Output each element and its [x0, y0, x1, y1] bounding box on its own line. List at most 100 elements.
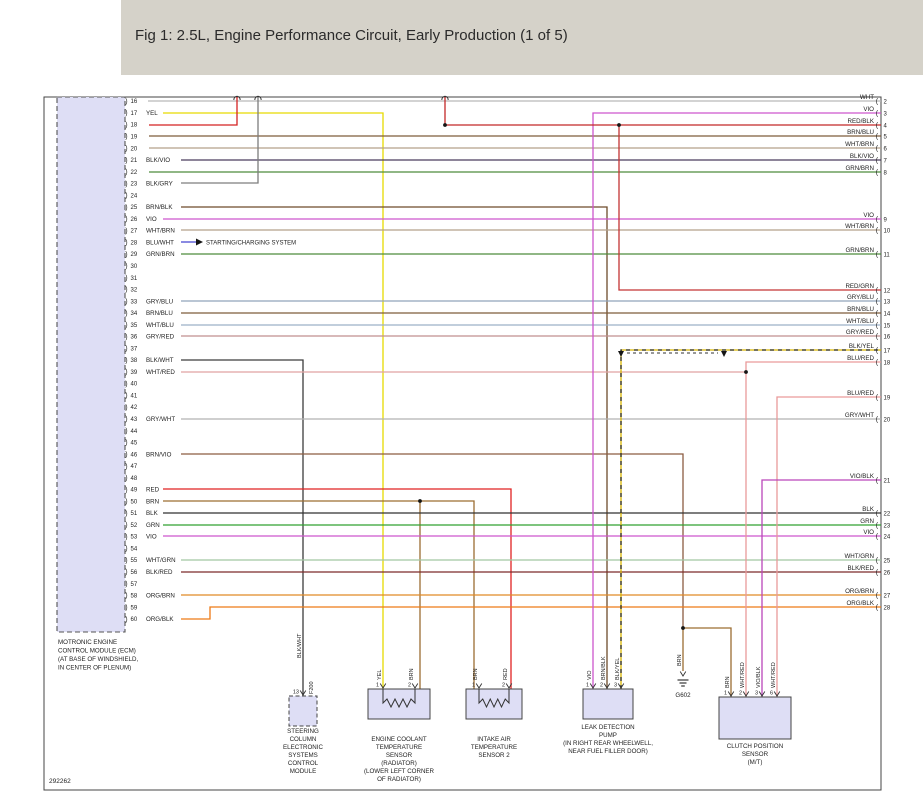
right-pin-number: 28: [884, 605, 891, 611]
right-pin-number: 24: [884, 534, 891, 540]
ecm-pin-number: 57: [131, 582, 138, 588]
ecm-caption-line: MOTRONIC ENGINE: [58, 639, 117, 646]
wire-label: GRY/BLU: [847, 294, 874, 301]
wire-label: BRN: [146, 498, 159, 505]
ecm-pin-number: 43: [131, 417, 138, 423]
ecm-pin-number: 21: [131, 158, 138, 164]
ecm-pin-number: 41: [131, 393, 138, 399]
right-pin-number: 22: [884, 511, 891, 517]
wire-blured-r19-clutch6: [777, 397, 881, 697]
wire-brnvio-46-gnd: [181, 454, 683, 628]
pin-number: 3: [755, 691, 758, 697]
wire-label: BRN/BLK: [146, 204, 173, 211]
ecm-pin-bracket: ): [125, 346, 127, 353]
right-pin-bracket: (: [876, 216, 879, 223]
ecm-pin-number: 18: [131, 123, 138, 129]
right-pin-number: 14: [884, 311, 891, 317]
right-pin-bracket: (: [876, 157, 879, 164]
wire-label: RED/BLK: [848, 118, 875, 125]
pin-wire-label: BRN: [725, 676, 731, 688]
wire-label: GRN/BRN: [845, 165, 874, 172]
right-pin-bracket: (: [876, 604, 879, 611]
pin-wire-label: YEL: [377, 670, 383, 680]
ecm-pin-bracket: ): [125, 428, 127, 435]
pin-wire-label: BRN: [473, 668, 479, 680]
ecm-pin-bracket: ): [125, 181, 127, 188]
right-pin-number: 18: [884, 360, 891, 366]
wire-label: GRY/BLU: [146, 298, 173, 305]
wire-label: VIO: [146, 216, 157, 223]
clutch-position-sensor-caption-line: (M/T): [748, 759, 763, 766]
wire-red-49-iat2: [163, 489, 511, 689]
ground-bracket: [680, 672, 686, 677]
wire-label: WHT: [860, 94, 874, 101]
wire-label: VIO/BLK: [850, 473, 875, 480]
intake-air-temp-sensor-2-caption-line: SENSOR 2: [478, 752, 510, 759]
ecm-pin-number: 44: [131, 429, 138, 435]
ecm-pin-number: 45: [131, 441, 138, 447]
right-pin-bracket: (: [876, 510, 879, 517]
ecm-pin-number: 26: [131, 217, 138, 223]
ecm-pin-bracket: ): [125, 322, 127, 329]
ecm-pin-number: 36: [131, 335, 138, 341]
wire-label: BRN/BLU: [847, 129, 874, 136]
ecm-pin-bracket: ): [125, 204, 127, 211]
right-pin-number: 16: [884, 334, 891, 340]
wire-yel-17-ect1: [163, 113, 383, 689]
wire-label: ORG/BLK: [846, 600, 874, 607]
wire-label: ORG/BRN: [845, 588, 874, 595]
ground-label: G602: [675, 692, 691, 699]
junction-dot: [443, 123, 447, 127]
ecm-pin-number: 32: [131, 288, 138, 294]
ecm-caption-line: IN CENTER OF PLENUM): [58, 665, 131, 672]
steering-column-module-caption-line: ELECTRONIC: [283, 744, 323, 751]
pin-wire-label: WHT/RED: [771, 662, 777, 688]
right-pin-number: 19: [884, 395, 891, 401]
right-pin-bracket: (: [876, 251, 879, 258]
ecm-pin-number: 40: [131, 382, 138, 388]
pin-extra-label: F200: [309, 681, 315, 694]
ecm-pin-number: 42: [131, 405, 138, 411]
right-pin-bracket: (: [876, 522, 879, 529]
ecm-pin-number: 38: [131, 358, 138, 364]
wire-label: ORG/BLK: [146, 616, 174, 623]
ecm-pin-bracket: ): [125, 369, 127, 376]
ecm-pin-number: 31: [131, 276, 138, 282]
ecm-pin-bracket: ): [125, 522, 127, 529]
pin-wire-label: RED: [503, 668, 509, 680]
right-pin-bracket: (: [876, 477, 879, 484]
wire-label: WHT/BLU: [846, 318, 874, 325]
pin-wire-label: VIO/BLK: [756, 666, 762, 688]
wire-blkgry-23-top: [181, 97, 258, 183]
ecm-pin-number: 39: [131, 370, 138, 376]
intake-air-temp-sensor-2-caption-line: TEMPERATURE: [471, 744, 517, 751]
right-pin-bracket: (: [876, 287, 879, 294]
ecm-pin-number: 24: [131, 193, 138, 199]
ecm-pin-bracket: ): [125, 404, 127, 411]
ecm-box: [57, 97, 125, 632]
pin-number: 2: [600, 683, 603, 689]
wire-blkwht-38-steer: [181, 360, 303, 696]
wire-orgblk-60-r28: [181, 607, 881, 619]
right-pin-bracket: (: [876, 416, 879, 423]
ecm-pin-bracket: ): [125, 287, 127, 294]
right-pin-bracket: (: [876, 310, 879, 317]
pin-number: 3: [614, 683, 617, 689]
right-pin-number: 9: [884, 217, 888, 223]
wire-label: GRY/WHT: [845, 412, 874, 419]
wire-label: GRY/RED: [146, 334, 175, 341]
wire-label: GRY/RED: [846, 329, 875, 336]
wire-label: VIO: [863, 529, 874, 536]
right-pin-bracket: (: [876, 333, 879, 340]
wire-label: YEL: [146, 110, 158, 117]
ecm-pin-number: 34: [131, 311, 138, 317]
ecm-pin-number: 25: [131, 205, 138, 211]
wire-brnblk-25-pump2: [181, 207, 607, 689]
wire-label: VIO: [146, 534, 157, 541]
clutch-position-sensor-caption-line: SENSOR: [742, 751, 769, 758]
ecm-pin-number: 16: [131, 99, 138, 105]
ecm-pin-bracket: ): [125, 463, 127, 470]
wire-label: BLK/VIO: [850, 153, 874, 160]
wire-label: BLK/RED: [848, 565, 875, 572]
pin-wire-label: BRN: [409, 668, 415, 680]
